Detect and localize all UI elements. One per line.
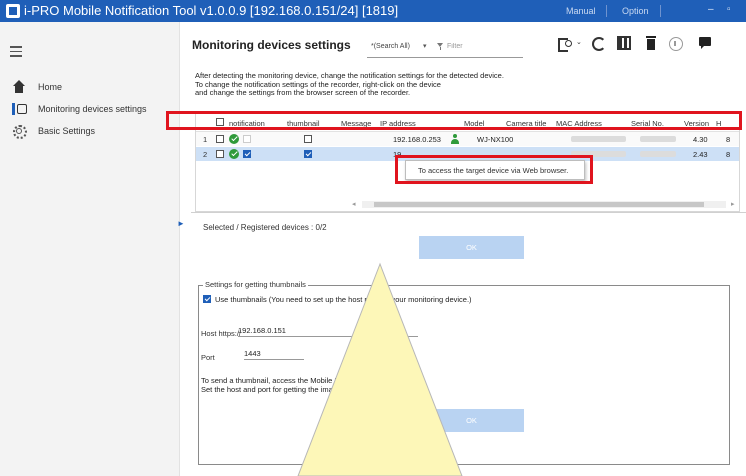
title-separator bbox=[660, 5, 661, 17]
hamburger-menu-icon[interactable] bbox=[10, 46, 22, 60]
thumbnail-checkbox[interactable] bbox=[304, 150, 312, 158]
main-panel: Monitoring devices settings *(Search All… bbox=[181, 22, 746, 476]
selected-registered-count: Selected / Registered devices : 0/2 bbox=[203, 223, 327, 232]
maximize-button[interactable]: ▫ bbox=[727, 4, 731, 15]
port-label: Port bbox=[201, 353, 215, 362]
wireless-icon[interactable] bbox=[668, 35, 684, 51]
gear-icon bbox=[12, 124, 27, 139]
chevron-down-icon[interactable]: ▾ bbox=[423, 42, 427, 50]
home-icon bbox=[12, 80, 26, 94]
monitor-devices-icon bbox=[12, 102, 27, 116]
qr-code-icon[interactable] bbox=[617, 36, 631, 50]
thumbnail-note: To send a thumbnail, access the Mobile N… bbox=[201, 376, 423, 394]
highlight-row-box bbox=[166, 111, 742, 130]
sidebar: Home Monitoring devices settings Basic S… bbox=[0, 22, 180, 476]
search-box: *(Search All) ▾ bbox=[367, 34, 523, 58]
search-scope-select[interactable]: *(Search All) bbox=[371, 43, 410, 50]
description: After detecting the monitoring device, c… bbox=[195, 71, 595, 98]
filter-icon bbox=[437, 43, 444, 50]
sidebar-item-label: Basic Settings bbox=[38, 126, 96, 136]
version: 4.30 bbox=[693, 135, 708, 144]
option-link[interactable]: Option bbox=[622, 6, 649, 16]
status-ok-icon bbox=[229, 149, 239, 159]
manual-link[interactable]: Manual bbox=[566, 6, 596, 16]
scrollbar-thumb[interactable] bbox=[374, 202, 704, 207]
section-divider bbox=[191, 212, 746, 213]
serial-redacted bbox=[640, 151, 676, 157]
sidebar-item-home[interactable]: Home bbox=[12, 80, 62, 94]
view-options-icon[interactable] bbox=[557, 35, 573, 52]
window-title: i-PRO Mobile Notification Tool v1.0.0.9 … bbox=[24, 3, 399, 18]
scroll-right-icon[interactable]: ▸ bbox=[731, 200, 735, 208]
row-checkbox[interactable] bbox=[216, 150, 224, 158]
host-label: Host https:// bbox=[201, 329, 242, 338]
description-line: and change the settings from the browser… bbox=[195, 88, 411, 97]
title-separator bbox=[606, 5, 607, 17]
highlight-tooltip-box bbox=[395, 155, 593, 184]
table-row[interactable]: 1 192.168.0.253 WJ-NX100 4.30 8 bbox=[196, 132, 739, 146]
delete-icon[interactable] bbox=[643, 35, 659, 51]
sidebar-item-basic-settings[interactable]: Basic Settings bbox=[12, 124, 96, 139]
scroll-left-icon[interactable]: ◂ bbox=[352, 200, 356, 208]
version: 2.43 bbox=[693, 150, 708, 159]
app-logo-icon bbox=[6, 4, 20, 18]
status-ok-icon bbox=[229, 134, 239, 144]
extra-value: 8 bbox=[726, 150, 731, 159]
sidebar-item-label: Home bbox=[38, 82, 63, 92]
note-line: To send a thumbnail, access the Mobile N… bbox=[201, 376, 423, 385]
user-icon bbox=[450, 134, 460, 145]
title-bar: i-PRO Mobile Notification Tool v1.0.0.9 … bbox=[0, 0, 746, 22]
page-title: Monitoring devices settings bbox=[192, 38, 351, 52]
group-legend: Settings for getting thumbnails bbox=[203, 280, 308, 289]
extra-value: 8 bbox=[726, 135, 731, 144]
horizontal-scrollbar[interactable] bbox=[362, 201, 726, 208]
thumbnail-settings-group: Settings for getting thumbnails Use thum… bbox=[198, 280, 730, 465]
row-checkbox[interactable] bbox=[216, 135, 224, 143]
serial-redacted bbox=[640, 136, 676, 142]
filter-input[interactable] bbox=[447, 40, 517, 53]
sidebar-item-monitoring-devices-settings[interactable]: Monitoring devices settings bbox=[12, 102, 147, 116]
host-field[interactable] bbox=[238, 324, 418, 337]
note-line: Set the host and port for getting the im… bbox=[201, 385, 367, 394]
model: WJ-NX100 bbox=[477, 135, 514, 144]
ok-button[interactable]: OK bbox=[419, 236, 524, 259]
sidebar-item-label: Monitoring devices settings bbox=[38, 104, 147, 114]
refresh-icon[interactable] bbox=[590, 35, 606, 51]
ip-address: 192.168.0.253 bbox=[393, 135, 441, 144]
mac-address-redacted bbox=[571, 136, 626, 142]
ok-button[interactable]: OK bbox=[419, 409, 524, 432]
use-thumbnails-checkbox[interactable] bbox=[203, 295, 211, 303]
row-number: 2 bbox=[203, 150, 208, 159]
notification-checkbox[interactable] bbox=[243, 135, 251, 143]
port-field[interactable] bbox=[244, 347, 304, 360]
use-thumbnails-label: Use thumbnails (You need to set up the h… bbox=[215, 295, 472, 304]
minimize-button[interactable]: – bbox=[708, 4, 714, 15]
notification-checkbox[interactable] bbox=[243, 150, 251, 158]
row-number: 1 bbox=[203, 135, 208, 144]
chevron-down-icon[interactable]: ⌄ bbox=[576, 38, 582, 46]
thumbnail-checkbox[interactable] bbox=[304, 135, 312, 143]
message-icon[interactable] bbox=[698, 35, 714, 51]
